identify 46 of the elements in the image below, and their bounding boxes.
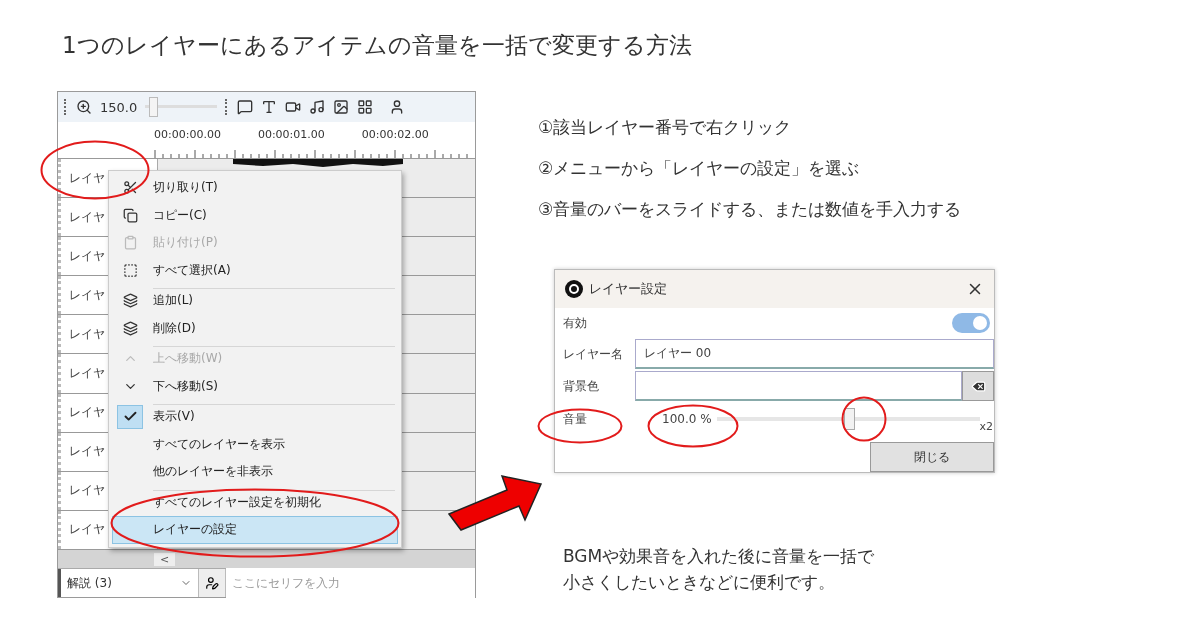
zoom-value: 150.0 [100, 99, 138, 115]
field-label: 有効 [563, 314, 588, 332]
timecode: 00:00:01.00 [257, 128, 325, 141]
menu-item[interactable]: 他のレイヤーを非表示 [112, 458, 398, 486]
step-text: ②メニューから「レイヤーの設定」を選ぶ [538, 157, 861, 180]
video-camera-icon[interactable] [285, 99, 302, 115]
layers-icon [122, 320, 138, 336]
field-label: 音量 [563, 410, 587, 428]
timecode: 00:00:02.00 [361, 128, 429, 141]
layers-icon [122, 293, 138, 309]
slide-title: 1つのレイヤーにあるアイテムの音量を一括で変更する方法 [62, 31, 693, 60]
app-logo-icon [565, 280, 583, 298]
max-label: x2 [979, 420, 993, 433]
copy-icon [122, 207, 138, 223]
clipboard-icon [122, 235, 138, 251]
menu-item[interactable]: 切り取り(T) [112, 174, 398, 202]
color-field[interactable] [635, 371, 962, 401]
menu-item[interactable]: コピー(C) [112, 201, 398, 229]
name-field[interactable]: レイヤー 00 [635, 339, 994, 369]
grid-icon[interactable] [357, 99, 374, 115]
menu-item[interactable]: レイヤーの設定 [112, 516, 398, 544]
speech-bubble-icon[interactable] [237, 99, 254, 115]
image-icon[interactable] [333, 99, 350, 115]
timecode: 00:00:00.00 [154, 128, 221, 141]
text-icon[interactable] [261, 99, 278, 115]
menu-item[interactable]: 削除(D) [112, 314, 398, 342]
menu-item[interactable]: すべて選択(A) [112, 256, 398, 284]
dialog-title: レイヤー設定 [589, 280, 668, 298]
enabled-toggle[interactable] [952, 313, 990, 333]
note-text: BGMや効果音を入れた後に音量を一括で 小さくしたいときなどに便利です。 [563, 545, 876, 594]
clear-icon[interactable] [962, 371, 994, 401]
scissors-icon [122, 180, 138, 196]
line-input[interactable]: ここにセリフを入力 [226, 568, 475, 598]
volume-reading[interactable]: 100.0 % [587, 412, 717, 426]
step-text: ①該当レイヤー番号で右クリック [538, 116, 793, 139]
close-button[interactable]: 閉じる [870, 442, 994, 472]
step-text: ③音量のバーをスライドする、または数値を手入力する [538, 198, 963, 221]
field-label: 背景色 [563, 377, 600, 395]
music-icon[interactable] [309, 99, 326, 115]
field-label: レイヤー名 [563, 345, 624, 363]
menu-item[interactable]: 下へ移動(S) [112, 372, 398, 400]
highlight-ellipse [841, 396, 887, 442]
menu-item[interactable]: すべてのレイヤーを表示 [112, 430, 398, 458]
dashed-square-icon [122, 262, 138, 278]
user-edit-icon[interactable] [198, 569, 226, 597]
zoom-icon[interactable] [76, 99, 92, 115]
